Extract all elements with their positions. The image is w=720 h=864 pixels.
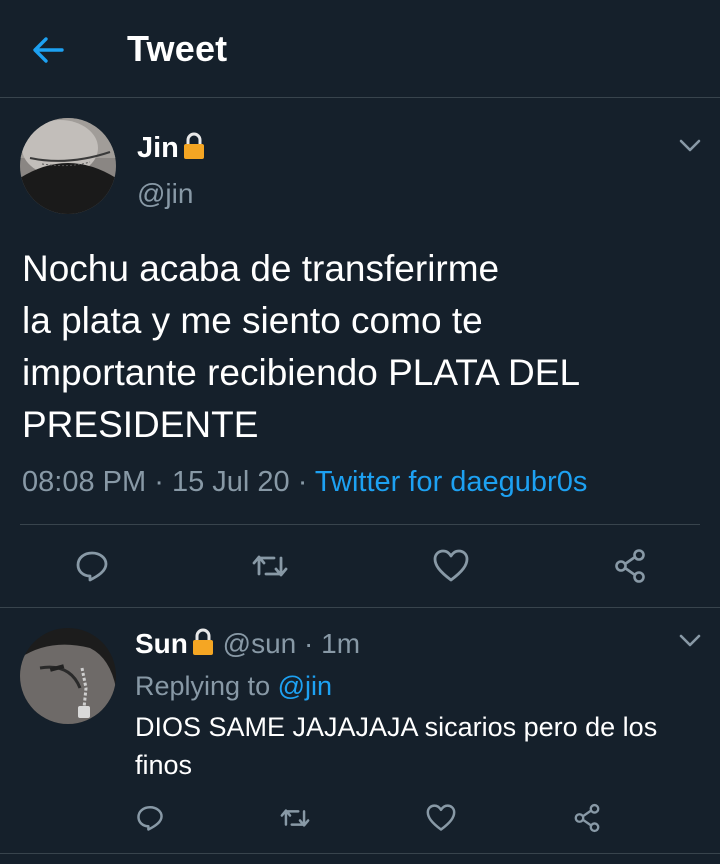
top-bar: Tweet <box>0 0 720 98</box>
replying-to: Replying to @jin <box>135 671 332 702</box>
reply-like-button[interactable] <box>421 798 461 838</box>
meta-separator: · <box>304 628 314 659</box>
tweet-text-line: importante recibiendo PLATA DEL <box>22 352 581 393</box>
author-handle[interactable]: @jin <box>137 178 193 210</box>
tweet-text: Nochu acaba de transferirme la plata y m… <box>22 243 702 451</box>
reply-share-button[interactable] <box>567 798 607 838</box>
reply-age: 1m <box>321 628 361 659</box>
tweet-source-link[interactable]: Twitter for daegubr0s <box>315 466 587 498</box>
share-button[interactable] <box>610 546 650 586</box>
meta-separator: · <box>154 466 164 498</box>
reply-author-name[interactable]: Sun <box>135 628 215 659</box>
tweet-time: 08:08 PM <box>22 466 147 498</box>
reply-icon <box>137 806 163 831</box>
divider <box>0 853 720 854</box>
lock-icon <box>192 628 213 655</box>
author-avatar[interactable] <box>20 118 116 214</box>
arrow-left-icon <box>33 37 64 63</box>
reply-text: DIOS SAME JAJAJAJA sicarios pero de los … <box>135 712 658 780</box>
reply-icon <box>76 551 108 582</box>
meta-separator: · <box>297 466 308 498</box>
retweet-icon <box>280 809 310 827</box>
tweet-text-line: la plata y me siento como te <box>22 300 483 341</box>
chevron-down-icon <box>679 634 701 647</box>
share-icon <box>615 549 645 583</box>
tweet-text-line: PRESIDENTE <box>22 404 259 445</box>
heart-icon <box>433 549 469 582</box>
chevron-down-icon <box>679 139 701 152</box>
page-title: Tweet <box>127 28 228 69</box>
tweet-date: 15 Jul 20 <box>171 466 290 498</box>
reply-author-avatar[interactable] <box>20 628 116 724</box>
reply-reply-button[interactable] <box>130 798 170 838</box>
retweet-button[interactable] <box>250 546 290 586</box>
retweet-icon <box>252 555 288 577</box>
reply-button[interactable] <box>72 546 112 586</box>
like-button[interactable] <box>431 546 471 586</box>
back-button[interactable] <box>28 32 68 68</box>
replying-label: Replying to <box>135 671 271 701</box>
author-name[interactable]: Jin <box>137 132 206 165</box>
reply-menu-button[interactable] <box>679 634 701 648</box>
tweet-menu-button[interactable] <box>679 139 701 153</box>
share-icon <box>574 803 600 833</box>
heart-icon <box>426 804 456 831</box>
tweet-meta: 08:08 PM · 15 Jul 20 · Twitter for daegu… <box>22 466 587 499</box>
reply-header: Sun @sun · 1m <box>135 628 360 660</box>
reply-author-handle[interactable]: @sun <box>223 628 297 659</box>
replying-to-handle-link[interactable]: @jin <box>278 671 332 701</box>
divider <box>0 607 720 608</box>
reply-retweet-button[interactable] <box>275 798 315 838</box>
divider <box>20 524 700 525</box>
lock-icon <box>183 132 204 159</box>
tweet-text-line: Nochu acaba de transferirme <box>22 248 500 289</box>
